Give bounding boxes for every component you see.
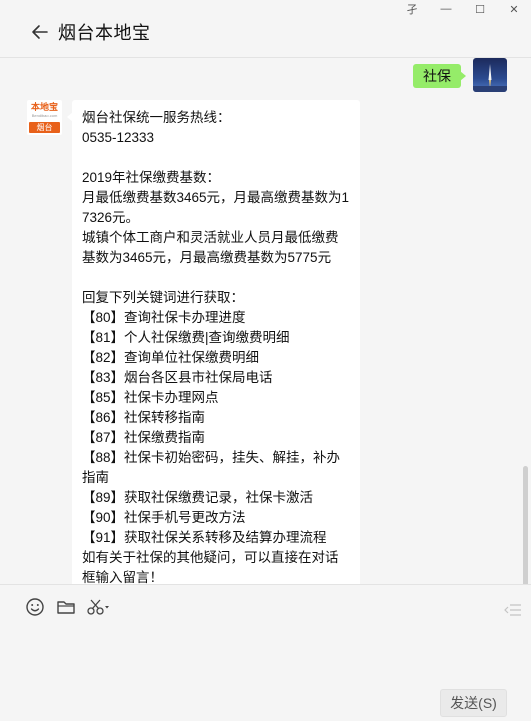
- scissors-icon[interactable]: [86, 597, 112, 617]
- minimize-button[interactable]: —: [429, 0, 463, 18]
- bot-logo-brand: 本地宝: [30, 102, 58, 112]
- chat-scrollbar[interactable]: [523, 466, 528, 584]
- message-line: [82, 268, 350, 288]
- message-line: 城镇个体工商户和灵活就业人员月最低缴费基数为3465元，月最高缴费基数为5775…: [82, 230, 339, 265]
- bot-avatar[interactable]: 本地宝 Bendibao.com 烟台: [27, 100, 62, 135]
- message-line: 【88】社保卡初始密码，挂失、解挂，补办指南: [82, 450, 341, 485]
- message-line: 烟台社保统一服务热线：: [82, 110, 231, 125]
- emoji-icon[interactable]: [25, 597, 45, 617]
- message-line: 【89】获取社保缴费记录，社保卡激活: [82, 490, 314, 505]
- message-line: 【81】个人社保缴费|查询缴费明细: [82, 330, 290, 345]
- title-bar: 孑 — ☐ ✕ 烟台本地宝: [0, 0, 531, 58]
- text-align-icon: [504, 604, 521, 616]
- message-line: 【87】社保缴费指南: [82, 430, 206, 445]
- message-line: 0535-12333: [82, 130, 155, 145]
- message-line: 【90】社保手机号更改方法: [82, 510, 246, 525]
- message-line: 【82】查询单位社保缴费明细: [82, 350, 260, 365]
- message-line: 【83】烟台各区县市社保局电话: [82, 370, 273, 385]
- back-arrow-icon[interactable]: [30, 22, 50, 42]
- message-input-area[interactable]: 发送(S): [0, 584, 531, 721]
- message-line: 【86】社保转移指南: [82, 410, 206, 425]
- window-controls: 孑 — ☐ ✕: [395, 0, 531, 18]
- message-line: 【91】获取社保关系转移及结算办理流程: [82, 530, 327, 545]
- incoming-message-bubble[interactable]: 烟台社保统一服务热线： 0535-12333 2019年社保缴费基数： 月最低缴…: [67, 100, 360, 584]
- message-line: 如有关于社保的其他疑问，可以直接在对话框输入留言！: [82, 550, 339, 584]
- close-button[interactable]: ✕: [497, 0, 531, 18]
- my-avatar[interactable]: [473, 58, 507, 92]
- outgoing-message-bubble[interactable]: 社保: [413, 64, 466, 88]
- folder-icon[interactable]: [56, 597, 76, 617]
- outgoing-message-row: 社保: [0, 58, 531, 94]
- rocket-launch-image: [473, 64, 507, 92]
- chat-title: 烟台本地宝: [58, 23, 151, 43]
- bot-logo-domain: Bendibao.com: [31, 113, 58, 118]
- message-line: 2019年社保缴费基数：: [82, 170, 221, 185]
- message-line: [82, 148, 350, 168]
- bot-logo-city: 烟台: [29, 122, 60, 133]
- pin-button[interactable]: 孑: [395, 0, 429, 18]
- chat-message-area[interactable]: 社保 本地宝 Bendibao.com 烟台 烟台社保统一服务热线： 0535-…: [0, 58, 531, 584]
- message-line: 回复下列关键词进行获取：: [82, 290, 244, 305]
- send-button[interactable]: 发送(S): [440, 689, 507, 717]
- message-line: 【85】社保卡办理网点: [82, 390, 219, 405]
- message-line: 月最低缴费基数3465元，月最高缴费基数为17326元。: [82, 190, 350, 225]
- message-line: 【80】查询社保卡办理进度: [82, 310, 246, 325]
- maximize-button[interactable]: ☐: [463, 0, 497, 18]
